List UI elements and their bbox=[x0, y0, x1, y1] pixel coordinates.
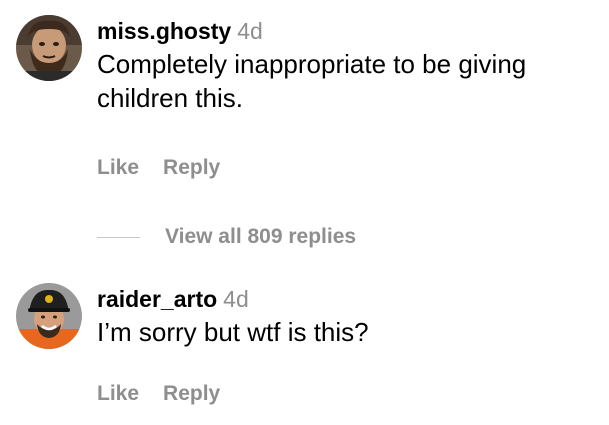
comment-header: raider_arto 4d bbox=[97, 283, 587, 315]
username[interactable]: miss.ghosty bbox=[97, 18, 231, 44]
view-replies-label: View all 809 replies bbox=[165, 225, 357, 248]
like-button[interactable]: Like bbox=[97, 382, 139, 406]
avatar[interactable] bbox=[16, 15, 82, 81]
comment-body: raider_arto 4d I’m sorry but wtf is this?… bbox=[97, 283, 587, 405]
username[interactable]: raider_arto bbox=[97, 286, 217, 312]
avatar[interactable] bbox=[16, 283, 82, 349]
replies-divider bbox=[97, 236, 140, 238]
like-button[interactable]: Like bbox=[97, 156, 139, 180]
comment-body: miss.ghosty 4d Completely inappropriate t… bbox=[97, 15, 587, 179]
comment-text: I’m sorry but wtf is this? bbox=[97, 317, 369, 347]
comment-text: Completely inappropriate to be giving ch… bbox=[97, 49, 527, 113]
bearded-man-avatar-icon bbox=[16, 15, 82, 81]
comment-actions: Like Reply bbox=[97, 382, 220, 406]
comment-actions: Like Reply bbox=[97, 156, 220, 180]
view-replies-button[interactable]: View all 809 replies bbox=[97, 222, 356, 252]
timestamp: 4d bbox=[237, 18, 263, 44]
reply-button[interactable]: Reply bbox=[163, 382, 220, 406]
comment-header: miss.ghosty 4d bbox=[97, 15, 587, 47]
smiling-man-cap-avatar-icon bbox=[16, 283, 82, 349]
reply-button[interactable]: Reply bbox=[163, 156, 220, 180]
timestamp: 4d bbox=[223, 286, 249, 312]
